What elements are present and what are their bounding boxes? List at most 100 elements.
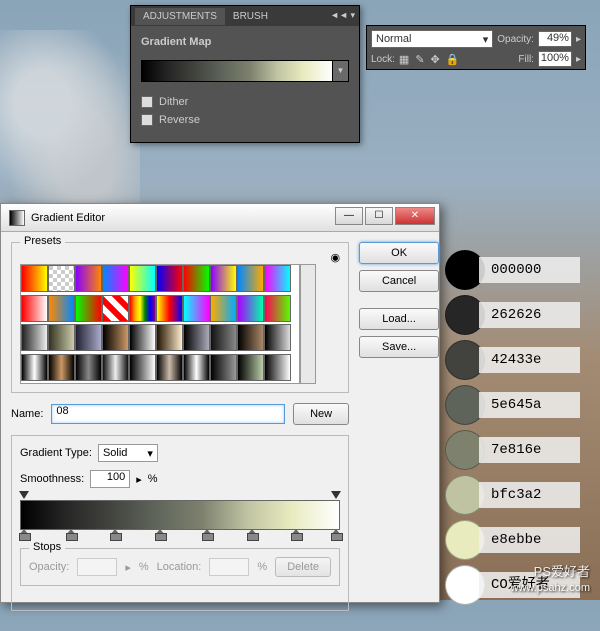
color-stop[interactable] xyxy=(247,529,257,541)
scrollbar[interactable] xyxy=(300,264,316,384)
gradient-edit-bar[interactable] xyxy=(20,500,340,530)
gradient-editor-window: Gradient Editor — ☐ ✕ Presets ◉ Name: 08… xyxy=(0,203,440,603)
stop-location-input xyxy=(209,558,249,576)
swatch-label: e8ebbe xyxy=(479,527,580,553)
preset-swatch[interactable] xyxy=(21,295,48,322)
opacity-stop[interactable] xyxy=(331,491,341,501)
lock-label: Lock: xyxy=(371,54,395,65)
arrow-icon[interactable]: ▸ xyxy=(576,54,581,65)
presets-menu-icon[interactable]: ◉ xyxy=(331,251,341,264)
blend-mode-select[interactable]: Normal▾ xyxy=(371,30,493,48)
swatch-label: 000000 xyxy=(479,257,580,283)
maximize-button[interactable]: ☐ xyxy=(365,207,393,225)
preset-swatch[interactable] xyxy=(237,265,264,292)
preset-swatch[interactable] xyxy=(264,354,291,381)
gradient-dropdown-icon[interactable]: ▼ xyxy=(333,60,349,82)
swatch-label: bfc3a2 xyxy=(479,482,580,508)
preset-swatch[interactable] xyxy=(237,354,264,381)
stop-opacity-label: Opacity: xyxy=(29,561,69,573)
preset-swatch[interactable] xyxy=(75,354,102,381)
presets-legend: Presets xyxy=(20,235,65,247)
preset-swatch[interactable] xyxy=(156,295,183,322)
load-button[interactable]: Load... xyxy=(359,308,439,330)
preset-swatch[interactable] xyxy=(129,265,156,292)
preset-swatch[interactable] xyxy=(102,324,129,351)
preset-swatch[interactable] xyxy=(264,324,291,351)
cancel-button[interactable]: Cancel xyxy=(359,270,439,292)
color-stop[interactable] xyxy=(331,529,341,541)
color-stop[interactable] xyxy=(19,529,29,541)
ok-button[interactable]: OK xyxy=(359,242,439,264)
opacity-input[interactable]: 49% xyxy=(538,31,572,47)
smoothness-input[interactable]: 100 xyxy=(90,470,130,488)
preset-swatch[interactable] xyxy=(21,354,48,381)
preset-swatch[interactable] xyxy=(183,354,210,381)
arrow-icon[interactable]: ▸ xyxy=(136,473,142,486)
swatch-row: bfc3a2 xyxy=(445,475,580,515)
preset-swatch[interactable] xyxy=(129,354,156,381)
preset-swatch[interactable] xyxy=(48,324,75,351)
color-stop[interactable] xyxy=(110,529,120,541)
preset-swatch[interactable] xyxy=(156,265,183,292)
color-stop[interactable] xyxy=(155,529,165,541)
app-icon xyxy=(9,210,25,226)
preset-swatch[interactable] xyxy=(156,324,183,351)
opacity-stop[interactable] xyxy=(19,491,29,501)
color-stop[interactable] xyxy=(202,529,212,541)
preset-swatch[interactable] xyxy=(156,354,183,381)
preset-swatch[interactable] xyxy=(21,265,48,292)
dither-label: Dither xyxy=(159,96,188,108)
preset-swatch[interactable] xyxy=(183,324,210,351)
preset-swatch[interactable] xyxy=(210,265,237,292)
name-label: Name: xyxy=(11,408,43,420)
preset-swatch[interactable] xyxy=(48,265,75,292)
preset-swatch[interactable] xyxy=(102,265,129,292)
preset-swatch[interactable] xyxy=(129,295,156,322)
preset-swatch[interactable] xyxy=(210,324,237,351)
preset-swatch[interactable] xyxy=(102,354,129,381)
dither-checkbox[interactable] xyxy=(141,96,153,108)
lock-transparency-icon[interactable]: ▦ xyxy=(399,53,409,66)
swatch-row: 262626 xyxy=(445,295,580,335)
minimize-button[interactable]: — xyxy=(335,207,363,225)
preset-swatch[interactable] xyxy=(129,324,156,351)
preset-swatch[interactable] xyxy=(210,354,237,381)
tab-brush[interactable]: BRUSH xyxy=(225,8,276,25)
arrow-icon[interactable]: ▸ xyxy=(576,34,581,45)
preset-swatch[interactable] xyxy=(102,295,129,322)
lock-all-icon[interactable]: 🔒 xyxy=(446,53,460,66)
preset-swatch[interactable] xyxy=(264,295,291,322)
close-button[interactable]: ✕ xyxy=(395,207,435,225)
reverse-checkbox[interactable] xyxy=(141,114,153,126)
preset-swatch[interactable] xyxy=(183,265,210,292)
new-button[interactable]: New xyxy=(293,403,349,425)
preset-swatch[interactable] xyxy=(75,324,102,351)
tab-adjustments[interactable]: ADJUSTMENTS xyxy=(135,8,225,25)
preset-swatch[interactable] xyxy=(183,295,210,322)
lock-position-icon[interactable]: ✥ xyxy=(431,53,440,66)
preset-swatch[interactable] xyxy=(237,295,264,322)
smoothness-label: Smoothness: xyxy=(20,473,84,485)
preset-swatch[interactable] xyxy=(210,295,237,322)
preset-swatch[interactable] xyxy=(75,265,102,292)
save-button[interactable]: Save... xyxy=(359,336,439,358)
preset-swatch[interactable] xyxy=(48,295,75,322)
color-stop[interactable] xyxy=(66,529,76,541)
gradient-preview[interactable] xyxy=(141,60,333,82)
chevron-down-icon: ▾ xyxy=(483,33,489,46)
window-titlebar[interactable]: Gradient Editor — ☐ ✕ xyxy=(1,204,439,232)
panel-menu-icon[interactable]: ◄◄ ▾ xyxy=(330,10,355,21)
preset-swatch[interactable] xyxy=(264,265,291,292)
fill-input[interactable]: 100% xyxy=(538,51,572,67)
opacity-label: Opacity: xyxy=(497,34,534,45)
color-stop[interactable] xyxy=(291,529,301,541)
lock-paint-icon[interactable]: ✎ xyxy=(415,53,424,66)
preset-swatch[interactable] xyxy=(48,354,75,381)
presets-fieldset: Presets ◉ xyxy=(11,242,349,393)
name-input[interactable]: 08 xyxy=(51,404,285,424)
preset-swatch[interactable] xyxy=(21,324,48,351)
gradient-type-select[interactable]: Solid▾ xyxy=(98,444,158,462)
panel-header[interactable]: ADJUSTMENTS BRUSH ◄◄ ▾ xyxy=(131,6,359,26)
preset-swatch[interactable] xyxy=(75,295,102,322)
preset-swatch[interactable] xyxy=(237,324,264,351)
